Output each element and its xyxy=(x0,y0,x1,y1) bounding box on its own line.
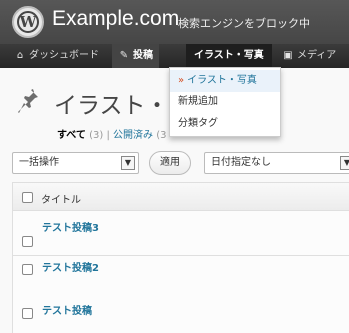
home-icon: ⌂ xyxy=(16,50,24,61)
post-title-link[interactable]: テスト投稿3 xyxy=(42,219,99,234)
menu-illustrations[interactable]: イラスト・写真 xyxy=(186,44,272,68)
chevron-down-icon: ▼ xyxy=(121,156,135,170)
filter-separator: | xyxy=(106,130,110,141)
site-tagline: 検索エンジンをブロック中 xyxy=(178,17,310,30)
filter-all-count: (3) xyxy=(89,130,104,141)
chevron-right-icon: » xyxy=(178,75,185,86)
illustrations-submenu: » イラスト・写真 新規追加 分類タグ xyxy=(169,67,281,137)
chevron-down-icon: ▼ xyxy=(340,156,349,170)
menu-dashboard-label: ダッシュボード xyxy=(29,50,99,61)
submenu-item-label: 新規追加 xyxy=(178,96,218,107)
submenu-item-label: 分類タグ xyxy=(178,118,218,129)
apply-button[interactable]: 適用 xyxy=(149,151,191,175)
row-checkbox[interactable] xyxy=(22,264,33,275)
status-filter-links: すべて (3) | 公開済み (3 xyxy=(57,126,166,141)
row-checkbox[interactable] xyxy=(22,308,33,319)
bulk-action-select[interactable]: 一括操作 ▼ xyxy=(12,152,139,174)
submenu-item-label: イラスト・写真 xyxy=(187,75,257,86)
menu-dashboard[interactable]: ⌂ ダッシュボード xyxy=(14,44,99,68)
table-row: テスト投稿3 xyxy=(13,211,349,256)
table-row: テスト投稿 xyxy=(13,299,349,333)
select-all-checkbox[interactable] xyxy=(22,192,33,203)
submenu-item-tags[interactable]: 分類タグ xyxy=(170,113,280,135)
table-row: テスト投稿2 xyxy=(13,256,349,301)
menu-media[interactable]: ▣ メディア xyxy=(282,44,336,68)
site-title[interactable]: Example.com xyxy=(52,7,179,31)
pushpin-icon: ✎ xyxy=(119,50,129,61)
posts-table: タイトル テスト投稿3 テスト投稿2 テスト投稿 xyxy=(12,182,349,333)
menu-media-label: メディア xyxy=(297,50,337,61)
wordpress-logo-icon[interactable]: W xyxy=(12,6,44,38)
menu-illustrations-label: イラスト・写真 xyxy=(194,50,264,61)
table-header: タイトル xyxy=(13,183,349,211)
date-filter-select[interactable]: 日付指定なし ▼ xyxy=(204,152,349,174)
filter-published-count: (3 xyxy=(156,130,167,141)
camera-icon: ▣ xyxy=(283,50,293,61)
bulk-action-value: 一括操作 xyxy=(19,157,59,168)
pushpin-icon xyxy=(18,89,38,113)
menu-posts[interactable]: ✎ 投稿 xyxy=(112,44,159,68)
admin-menu-bar: ⌂ ダッシュボード ✎ 投稿 イラスト・写真 ▣ メディア xyxy=(0,44,349,68)
column-title-header[interactable]: タイトル xyxy=(41,191,81,206)
menu-posts-label: 投稿 xyxy=(133,50,153,61)
date-filter-value: 日付指定なし xyxy=(211,157,271,168)
site-header: W Example.com 検索エンジンをブロック中 xyxy=(0,0,349,44)
submenu-item-illustrations[interactable]: » イラスト・写真 xyxy=(170,70,280,92)
row-checkbox[interactable] xyxy=(22,236,33,247)
post-title-link[interactable]: テスト投稿2 xyxy=(42,259,99,274)
submenu-item-add-new[interactable]: 新規追加 xyxy=(170,91,280,113)
post-title-link[interactable]: テスト投稿 xyxy=(42,302,92,317)
filter-all-link[interactable]: すべて xyxy=(57,130,86,141)
filter-published-link[interactable]: 公開済み xyxy=(113,130,153,141)
